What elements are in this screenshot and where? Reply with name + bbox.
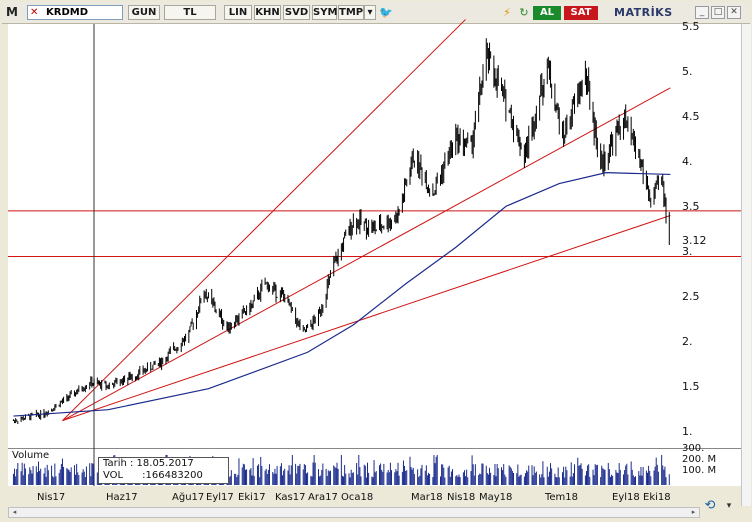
lightning-icon[interactable]: ⚡ — [500, 6, 514, 20]
sym-button[interactable]: SYM — [312, 5, 337, 20]
horizontal-scrollbar[interactable]: ◂ ▸ — [8, 507, 700, 518]
x-tick-label: Eyl17 — [206, 492, 234, 503]
y-tick-label: 2. — [682, 335, 693, 348]
template-dropdown-icon[interactable]: ▾ — [364, 5, 376, 20]
chart-type-button[interactable]: KHN — [254, 5, 281, 20]
symbol-text: KRDMD — [46, 7, 89, 18]
scroll-left-icon[interactable]: ◂ — [10, 508, 19, 517]
brand-logo: MATRİKS — [614, 6, 673, 19]
scroll-right-icon[interactable]: ▸ — [689, 508, 698, 517]
volume-title: Volume — [12, 450, 50, 461]
x-tick-label: Kas17 — [275, 492, 306, 503]
right-edge — [741, 24, 751, 506]
y-tick-label: 4. — [682, 155, 693, 168]
period-button[interactable]: GUN — [128, 5, 160, 20]
x-tick-label: Ağu17 — [172, 492, 205, 503]
sync-icon[interactable]: ⟲ — [703, 499, 717, 513]
chart-window: M ✕ KRDMD GUN TL LIN KHN SVD SYM TMP ▾ 🐦… — [0, 0, 752, 522]
x-tick-label: Mar18 — [411, 492, 443, 503]
close-button[interactable]: ✕ — [727, 6, 741, 19]
maximize-button[interactable]: □ — [711, 6, 725, 19]
x-tick-label: Nis17 — [37, 492, 66, 503]
y-tick-label: 1.5 — [682, 380, 700, 393]
tooltip-volume: VOL :166483200 — [103, 470, 203, 481]
y-tick-label: 5. — [682, 65, 693, 78]
crosshair-tooltip: Tarih : 18.05.2017 VOL :166483200 — [98, 457, 229, 484]
tooltip-date: Tarih : 18.05.2017 — [103, 458, 194, 469]
panel-dropdown-icon[interactable]: ▾ — [722, 499, 736, 513]
x-tick-label: Nis18 — [447, 492, 476, 503]
x-tick-label: Eki17 — [238, 492, 266, 503]
x-tick-label: Eyl18 — [612, 492, 640, 503]
y-tick-label: 3.5 — [682, 200, 700, 213]
sell-button[interactable]: SAT — [564, 6, 598, 20]
y-tick-label: 3. — [682, 245, 693, 258]
twitter-icon[interactable]: 🐦 — [379, 6, 393, 20]
buy-button[interactable]: AL — [533, 6, 561, 20]
scale-button[interactable]: LIN — [224, 5, 252, 20]
symbol-field[interactable]: ✕ KRDMD — [27, 5, 123, 20]
y-tick-label: 2.5 — [682, 290, 700, 303]
x-tick-label: May18 — [479, 492, 513, 503]
x-tick-label: Oca18 — [341, 492, 374, 503]
y-tick-label: 4.5 — [682, 110, 700, 123]
price-chart-panel[interactable] — [8, 24, 741, 448]
symbol-flag-icon: ✕ — [30, 7, 39, 18]
currency-button[interactable]: TL — [164, 5, 216, 20]
toolbar: M ✕ KRDMD GUN TL LIN KHN SVD SYM TMP ▾ 🐦… — [2, 2, 750, 24]
volume-tick-label: 200. M — [682, 454, 717, 465]
x-tick-label: Haz17 — [106, 492, 138, 503]
volume-tick-label: 100. M — [682, 465, 717, 476]
x-tick-label: Tem18 — [545, 492, 579, 503]
app-menu-button[interactable]: M — [6, 5, 24, 20]
minimize-button[interactable]: _ — [695, 6, 709, 19]
x-tick-label: Eki18 — [643, 492, 671, 503]
svd-button[interactable]: SVD — [283, 5, 310, 20]
y-tick-label: 1. — [682, 425, 693, 438]
refresh-icon[interactable]: ↻ — [517, 6, 531, 20]
y-tick-label: 5.5 — [682, 20, 700, 33]
x-tick-label: Ara17 — [308, 492, 338, 503]
volume-tick-label: 300. — [682, 443, 705, 454]
template-button[interactable]: TMP — [338, 5, 364, 20]
